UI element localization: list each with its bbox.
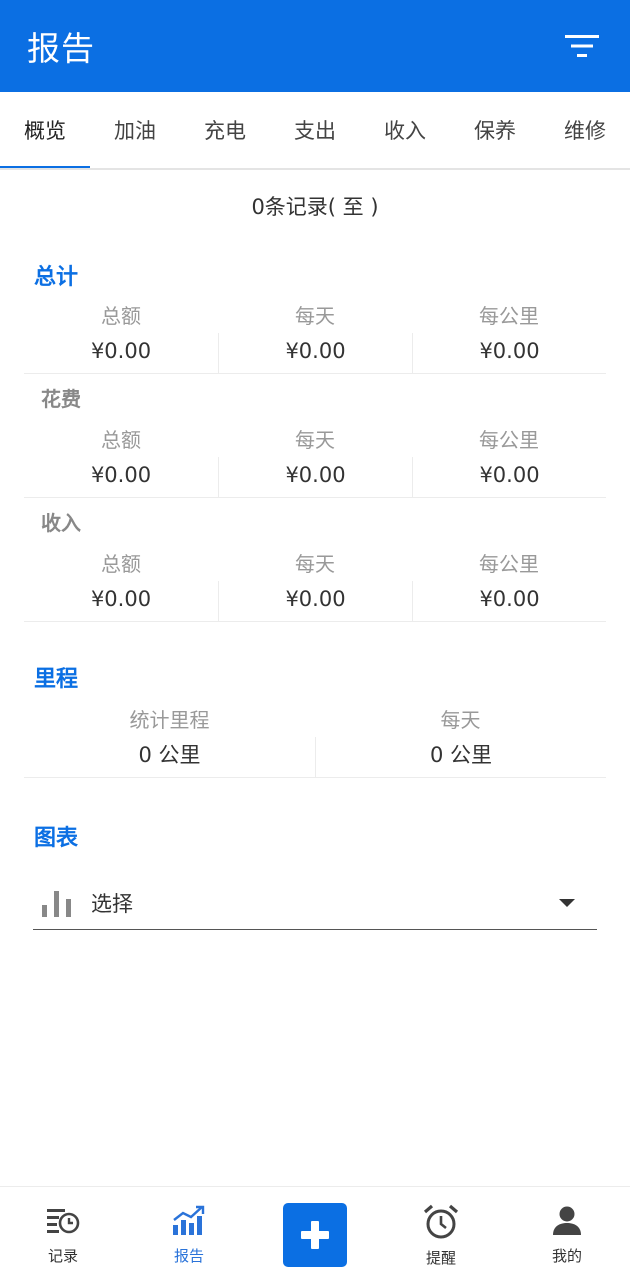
stat-value: 0 公里 [315,737,606,777]
app-root: 报告 概览 加油 充电 支出 收入 保养 维修 0条记录( 至 ) 总计 总额 … [0,0,630,1280]
stat-label: 每公里 [479,552,539,576]
stat-label: 每天 [295,552,335,576]
totals-overall-row: 总额 ¥0.00 每天 ¥0.00 每公里 ¥0.00 [24,299,606,374]
stat-value: ¥0.00 [90,587,152,611]
stat-label: 每天 [440,708,481,732]
stat-value: ¥0.00 [412,457,606,497]
stat-value: ¥0.00 [412,581,606,621]
stat-cell: 每天 ¥0.00 [218,299,412,373]
stat-label: 每天 [295,304,335,328]
stat-label: 每天 [295,428,335,452]
person-icon [553,1206,581,1235]
tab-label: 充电 [204,119,246,143]
page-title: 报告 [27,29,95,68]
filter-button[interactable] [560,24,604,68]
tab-expense[interactable]: 支出 [270,92,360,168]
nav-reminder[interactable]: 提醒 [378,1187,504,1280]
record-count: 0条记录( 至 ) [251,195,379,219]
report-content: 0条记录( 至 ) 总计 总额 ¥0.00 每天 ¥0.00 每公里 ¥0.00… [0,170,630,930]
chart-title: 图表 [34,826,79,851]
chart-type-select[interactable]: 选择 [33,876,597,930]
stat-cell: 每天 0 公里 [315,703,606,777]
stat-label: 统计里程 [129,708,210,732]
tab-income[interactable]: 收入 [360,92,450,168]
stat-label: 总额 [101,428,141,452]
stat-cell: 总额 ¥0.00 [24,423,218,497]
nav-records[interactable]: 记录 [0,1187,126,1280]
stat-cell: 每天 ¥0.00 [218,547,412,621]
dropdown-arrow-icon [559,898,575,907]
records-icon [47,1209,80,1234]
tab-label: 收入 [384,119,426,143]
stat-cell: 统计里程 0 公里 [24,703,315,777]
add-button[interactable] [283,1203,347,1267]
stat-cell: 每公里 ¥0.00 [412,547,606,621]
bottom-nav: 记录 报告 提醒 我的 [0,1186,630,1280]
stat-value: 0 公里 [138,743,201,767]
tab-label: 维修 [564,119,606,143]
stat-value: ¥0.00 [412,333,606,373]
stat-value: ¥0.00 [90,339,152,363]
stat-value: ¥0.00 [218,333,412,373]
filter-icon [565,35,599,57]
stat-label: 总额 [101,304,141,328]
report-icon [173,1205,205,1235]
stat-value: ¥0.00 [218,581,412,621]
totals-expense-row: 总额 ¥0.00 每天 ¥0.00 每公里 ¥0.00 [24,423,606,498]
stat-value: ¥0.00 [90,463,152,487]
stat-value: ¥0.00 [218,457,412,497]
stat-cell: 总额 ¥0.00 [24,547,218,621]
tab-label: 保养 [474,119,516,143]
nav-label: 我的 [551,1247,582,1265]
nav-add [252,1187,378,1280]
stat-label: 总额 [101,552,141,576]
income-title: 收入 [41,511,81,535]
nav-label: 报告 [173,1247,204,1265]
tab-charging[interactable]: 充电 [180,92,270,168]
nav-label: 提醒 [425,1249,456,1267]
mileage-row: 统计里程 0 公里 每天 0 公里 [24,703,606,778]
bar-chart-icon [42,890,71,917]
alarm-icon [423,1204,459,1239]
tab-fuel[interactable]: 加油 [90,92,180,168]
tab-repair[interactable]: 维修 [540,92,630,168]
tab-bar: 概览 加油 充电 支出 收入 保养 维修 [0,92,630,170]
stat-label: 每公里 [479,304,539,328]
mileage-title: 里程 [34,667,79,692]
stat-cell: 总额 ¥0.00 [24,299,218,373]
stat-cell: 每天 ¥0.00 [218,423,412,497]
stat-cell: 每公里 ¥0.00 [412,423,606,497]
nav-report[interactable]: 报告 [126,1187,252,1280]
app-bar: 报告 [0,0,630,92]
stat-label: 每公里 [479,428,539,452]
nav-profile[interactable]: 我的 [504,1187,630,1280]
tab-label: 概览 [24,119,66,143]
tab-label: 支出 [294,119,336,143]
add-icon [301,1221,329,1249]
expense-title: 花费 [41,387,81,411]
tab-maintenance[interactable]: 保养 [450,92,540,168]
totals-income-row: 总额 ¥0.00 每天 ¥0.00 每公里 ¥0.00 [24,547,606,622]
totals-title: 总计 [34,265,79,290]
tab-label: 加油 [114,119,156,143]
tab-overview[interactable]: 概览 [0,92,90,168]
nav-label: 记录 [47,1247,78,1265]
chart-select-value: 选择 [91,891,133,916]
stat-cell: 每公里 ¥0.00 [412,299,606,373]
